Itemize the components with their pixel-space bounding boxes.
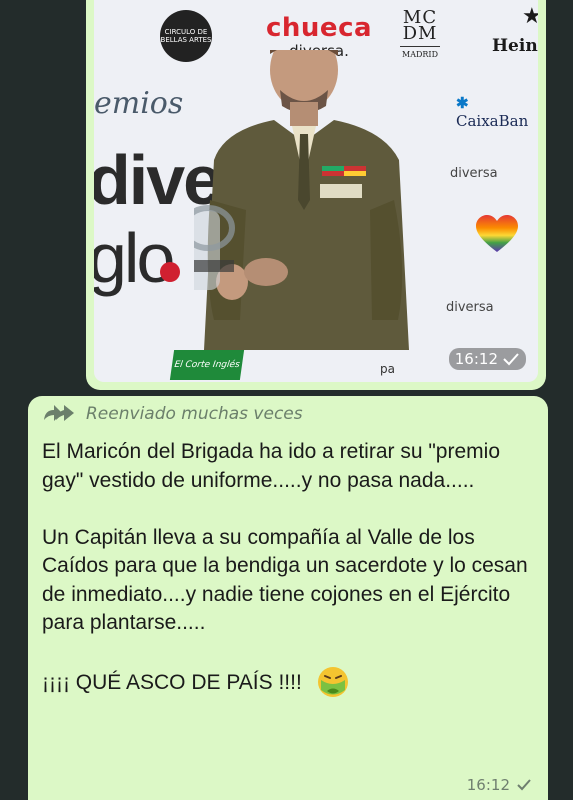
red-dot-logo [160,262,180,282]
diversa-global-logo-2: diversa [446,300,494,315]
star-logo-icon: ★ [522,4,538,29]
forwarded-label: Reenviado muchas veces [86,404,303,424]
text-message-bubble[interactable]: Reenviado muchas veces El Maricón del Br… [28,396,548,800]
message-paragraph-1: El Maricón del Brigada ha ido a retirar … [42,440,501,492]
circulo-logo-text: CIRCULO DE BELLAS ARTES [160,28,212,44]
photo-award-ceremony[interactable]: CIRCULO DE BELLAS ARTES chueca diversa. … [94,0,538,382]
man-in-uniform-figure [194,50,409,350]
message-time-text: 16:12 [466,776,510,794]
diversa-global-logo-1: diversa [450,166,498,181]
message-paragraph-2: Un Capitán lleva a su compañía al Valle … [42,525,528,635]
forwarded-many-times-icon [44,405,74,421]
nauseated-face-icon [317,667,348,697]
message-body: El Maricón del Brigada ha ido a retirar … [42,438,530,700]
message-final-line: ¡¡¡¡ QUÉ ASCO DE PAÍS !!!! [42,666,530,700]
sent-check-icon [503,353,519,366]
message-timestamp: 16:12 [467,776,532,794]
forwarded-indicator: Reenviado muchas veces [42,404,303,424]
glob-backdrop-text: glo [94,219,175,297]
caixabank-logo: ✱ CaixaBan [456,94,529,130]
premios-backdrop-text: emios [94,86,184,121]
caixabank-logo-text: CaixaBan [456,112,529,130]
message-paragraph-3: ¡¡¡¡ QUÉ ASCO DE PAÍS !!!! [42,670,302,694]
mcdm-logo-text: MC DM [402,7,438,44]
image-time-text: 16:12 [454,350,498,368]
image-timestamp: 16:12 [448,348,526,370]
heineken-logo-text: Heine [492,36,538,56]
image-message-bubble[interactable]: CIRCULO DE BELLAS ARTES chueca diversa. … [86,0,546,390]
heart-logo-icon [476,215,518,252]
sent-check-icon [517,779,531,791]
chueca-logo-text: chueca [266,13,373,43]
